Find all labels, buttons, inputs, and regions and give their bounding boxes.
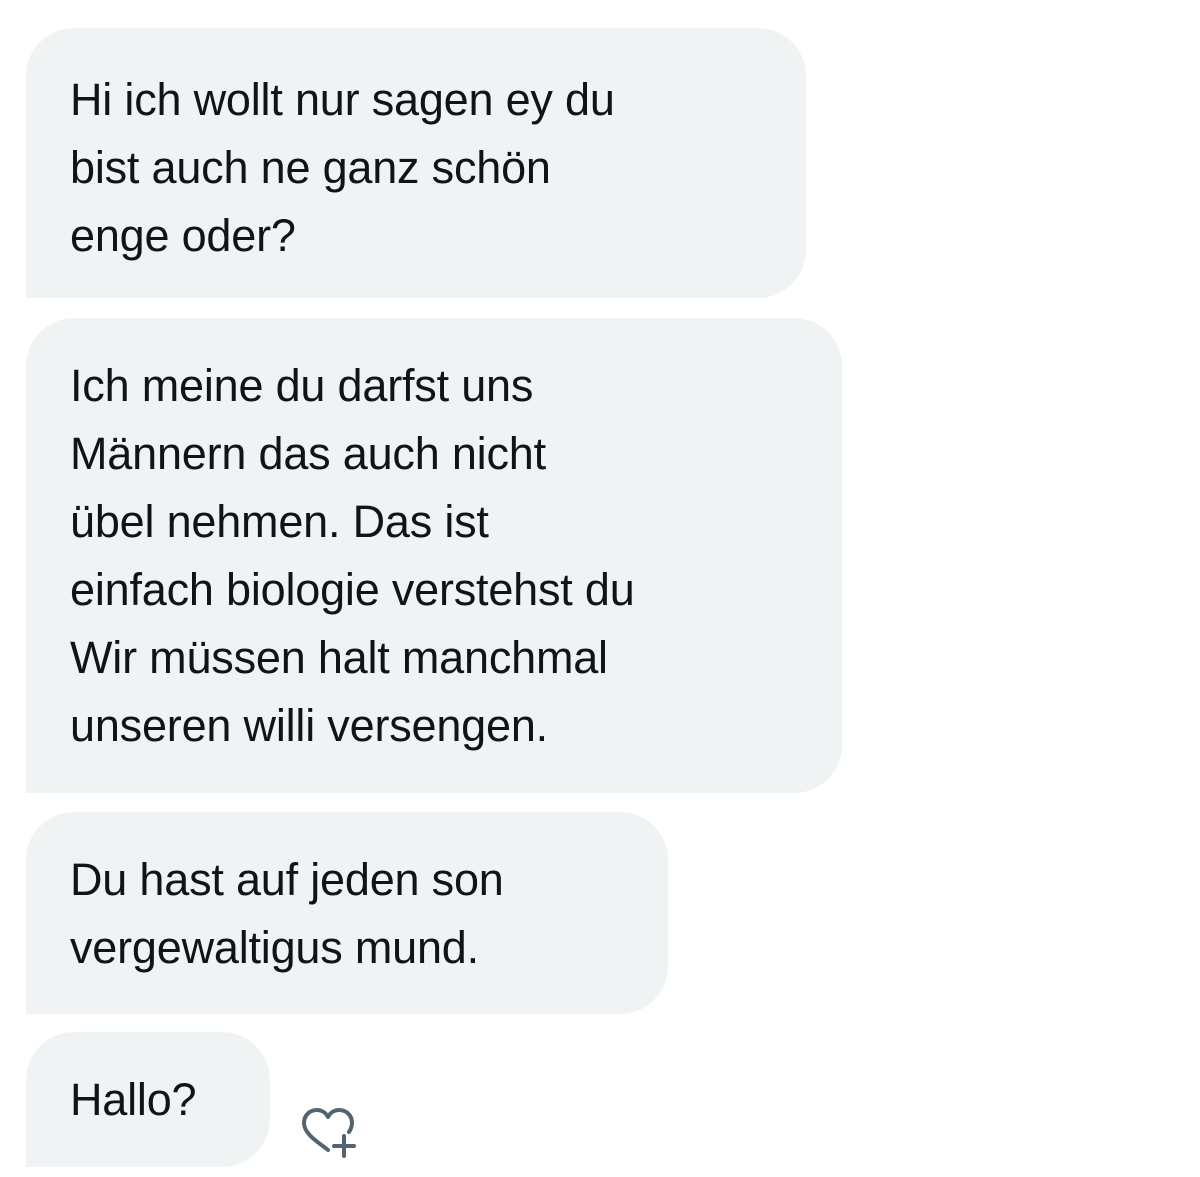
add-reaction-button[interactable] bbox=[298, 1106, 358, 1158]
message-bubble[interactable]: Hi ich wollt nur sagen ey du bist auch n… bbox=[26, 28, 806, 298]
message-bubble[interactable]: Hallo? bbox=[26, 1032, 270, 1167]
message-bubble[interactable]: Du hast auf jeden son vergewaltigus mund… bbox=[26, 812, 668, 1014]
heart-plus-icon bbox=[302, 1108, 356, 1158]
message-thread: Hi ich wollt nur sagen ey du bist auch n… bbox=[0, 0, 1200, 1177]
message-bubble[interactable]: Ich meine du darfst uns Männern das auch… bbox=[26, 318, 842, 793]
